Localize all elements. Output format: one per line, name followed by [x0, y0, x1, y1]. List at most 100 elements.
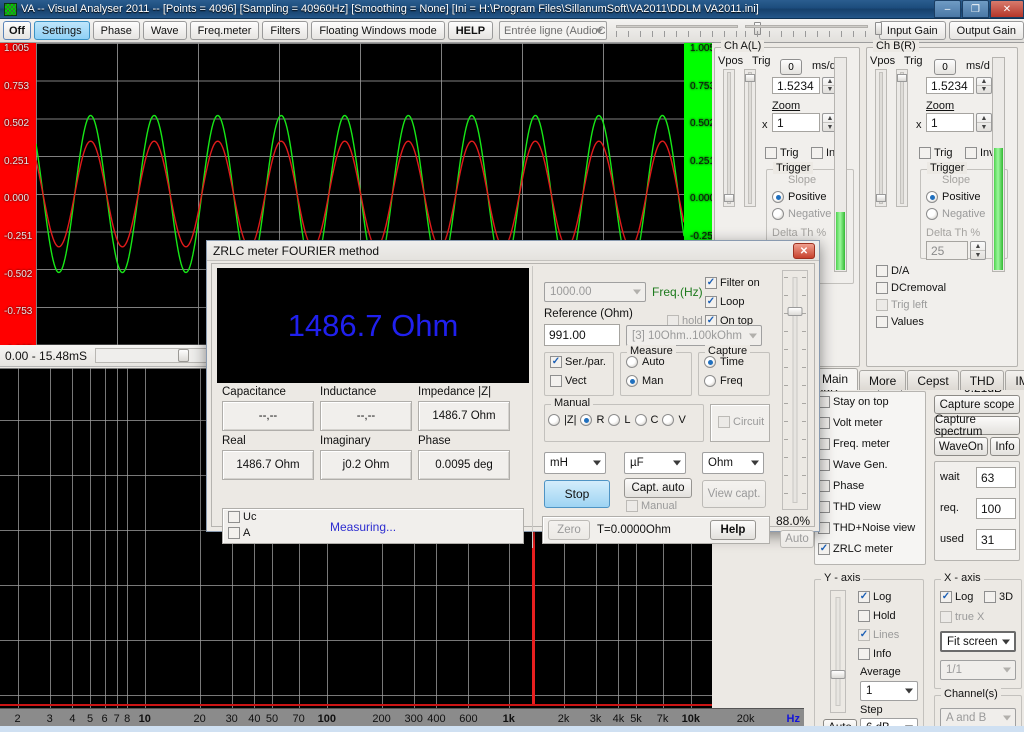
checkbox-icon[interactable] — [876, 299, 888, 311]
zrlc-view-capt-button[interactable]: View capt. — [702, 480, 766, 508]
slider-thumb[interactable] — [787, 307, 803, 316]
radio-icon[interactable] — [772, 208, 784, 220]
zrlc-dialog-titlebar[interactable]: ZRLC meter FOURIER method ✕ — [207, 241, 819, 261]
chB-msd-field[interactable]: 1.5234 — [926, 77, 974, 94]
chB-zero-button[interactable]: 0 — [934, 59, 956, 75]
waveon-button[interactable]: WaveOn — [934, 437, 988, 456]
chB-trig-slider[interactable] — [896, 69, 908, 207]
radio-icon[interactable] — [580, 414, 593, 426]
slider-thumb[interactable] — [724, 194, 734, 202]
chB-option-values[interactable]: Values — [876, 316, 924, 328]
chA-msd-field[interactable]: 1.5234 — [772, 77, 820, 94]
zrlc-range-select[interactable]: [3] 10Ohm..100kOhm — [626, 325, 762, 346]
zrlc-capacitance-unit-select[interactable]: µF — [624, 452, 686, 474]
zrlc-capture-time-radio[interactable]: Time — [704, 356, 744, 368]
zrlc-measure-auto-radio[interactable]: Auto — [626, 356, 665, 368]
x-axis-fit-select[interactable]: Fit screen — [940, 631, 1016, 652]
zrlc-manual-option-l[interactable]: L — [608, 414, 631, 426]
freq-meter-button[interactable]: Freq.meter — [189, 21, 260, 40]
zrlc-zero-button[interactable]: Zero — [548, 520, 590, 540]
spin-down-icon[interactable]: ▼ — [977, 86, 991, 93]
floating-windows-button[interactable]: Floating Windows mode — [311, 21, 445, 40]
x-axis-ratio-select[interactable]: 1/1 — [940, 660, 1016, 680]
counter-value-used[interactable]: 31 — [976, 529, 1016, 550]
chB-zoom-field[interactable]: 1 — [926, 113, 974, 132]
checkbox-icon[interactable] — [705, 296, 717, 308]
radio-icon[interactable] — [662, 414, 675, 426]
x-axis-3d-checkbox[interactable]: 3D — [984, 591, 1013, 603]
chB-inv-checkbox[interactable]: Inv — [965, 147, 995, 159]
channels-select[interactable]: A and B — [940, 708, 1016, 728]
spin-down-icon[interactable]: ▼ — [971, 251, 985, 259]
radio-icon[interactable] — [704, 356, 716, 368]
close-button[interactable]: ✕ — [990, 0, 1024, 18]
checkbox-icon[interactable] — [876, 316, 888, 328]
zrlc-serpar-checkbox[interactable]: Ser./par. — [550, 356, 606, 368]
zrlc-meter-dialog[interactable]: ZRLC meter FOURIER method ✕ 1486.7 Ohm C… — [206, 240, 820, 548]
input-level-slider[interactable] — [616, 22, 762, 39]
x-axis-log-checkbox[interactable]: Log — [940, 591, 973, 603]
checkbox-icon[interactable] — [858, 610, 870, 622]
radio-icon[interactable] — [548, 414, 560, 426]
filters-button[interactable]: Filters — [262, 21, 309, 40]
zrlc-level-slider[interactable] — [782, 270, 808, 510]
zrlc-circuit-checkbox[interactable]: Circuit — [718, 416, 764, 428]
zrlc-uc-checkbox[interactable]: Uc — [228, 511, 256, 523]
zrlc-manual-option-r[interactable]: R — [580, 414, 604, 426]
zrlc-manual-checkbox[interactable]: Manual — [626, 500, 677, 512]
average-select[interactable]: 1 — [860, 681, 918, 701]
output-level-slider[interactable] — [745, 22, 883, 39]
chB-option-trig-left[interactable]: Trig left — [876, 299, 927, 311]
y-axis-hold-checkbox[interactable]: Hold — [858, 610, 896, 622]
checkbox-icon[interactable] — [818, 543, 830, 555]
checkbox-icon[interactable] — [626, 500, 638, 512]
zrlc-capt-auto-button[interactable]: Capt. auto — [624, 478, 692, 498]
checkbox-icon[interactable] — [940, 591, 952, 603]
zrlc-inductance-unit-select[interactable]: mH — [544, 452, 606, 474]
slider-thumb[interactable] — [897, 74, 907, 82]
spin-up-icon[interactable]: ▲ — [971, 242, 985, 251]
main-option-zrlc-meter[interactable]: ZRLC meter — [818, 543, 893, 555]
zrlc-filter-on-checkbox[interactable]: Filter on — [705, 277, 760, 289]
counter-value-req[interactable]: 100 — [976, 498, 1016, 519]
wave-button[interactable]: Wave — [142, 21, 187, 40]
zrlc-manual-option-v[interactable]: V — [662, 414, 686, 426]
output-gain-button[interactable]: Output Gain — [948, 21, 1024, 40]
chB-trig-checkbox[interactable]: Trig — [919, 147, 953, 159]
radio-icon[interactable] — [626, 356, 638, 368]
checkbox-icon[interactable] — [940, 611, 952, 623]
zrlc-a-checkbox[interactable]: A — [228, 527, 250, 539]
slider-thumb[interactable] — [745, 74, 755, 82]
main-option-volt-meter[interactable]: Volt meter — [818, 417, 883, 429]
radio-icon[interactable] — [772, 191, 784, 203]
y-axis-log-checkbox[interactable]: Log — [858, 591, 891, 603]
radio-icon[interactable] — [626, 375, 638, 387]
maximize-button[interactable]: ❐ — [962, 0, 989, 18]
y-axis-lines-checkbox[interactable]: Lines — [858, 629, 899, 641]
scrollbar-thumb[interactable] — [178, 349, 190, 362]
chA-slope-positive-radio[interactable]: Positive — [772, 191, 827, 203]
tab-more[interactable]: More — [859, 370, 907, 390]
chB-slope-positive-radio[interactable]: Positive — [926, 191, 981, 203]
radio-icon[interactable] — [926, 191, 938, 203]
checkbox-icon[interactable] — [765, 147, 777, 159]
checkbox-icon[interactable] — [858, 591, 870, 603]
radio-icon[interactable] — [634, 414, 647, 426]
chA-zoom-field[interactable]: 1 — [772, 113, 820, 132]
slider-thumb[interactable] — [876, 194, 886, 202]
zrlc-manual-option-z[interactable]: |Z| — [548, 414, 576, 426]
main-option-phase[interactable]: Phase — [818, 480, 864, 492]
checkbox-icon[interactable] — [876, 282, 888, 294]
info-button[interactable]: Info — [990, 437, 1020, 456]
help-button[interactable]: HELP — [447, 21, 494, 40]
checkbox-icon[interactable] — [228, 511, 240, 523]
tab-imd[interactable]: IMD — [1005, 370, 1024, 390]
checkbox-icon[interactable] — [858, 648, 870, 660]
main-option-freq-meter[interactable]: Freq. meter — [818, 438, 890, 450]
main-option-thd-noise-view[interactable]: THD+Noise view — [818, 522, 915, 534]
minimize-button[interactable]: – — [934, 0, 961, 18]
zrlc-stop-button[interactable]: Stop — [544, 480, 610, 508]
spin-up-icon[interactable]: ▲ — [977, 78, 991, 86]
zrlc-frequency-select[interactable]: 1000.00 — [544, 282, 646, 302]
zrlc-resistance-unit-select[interactable]: Ohm — [702, 452, 764, 474]
